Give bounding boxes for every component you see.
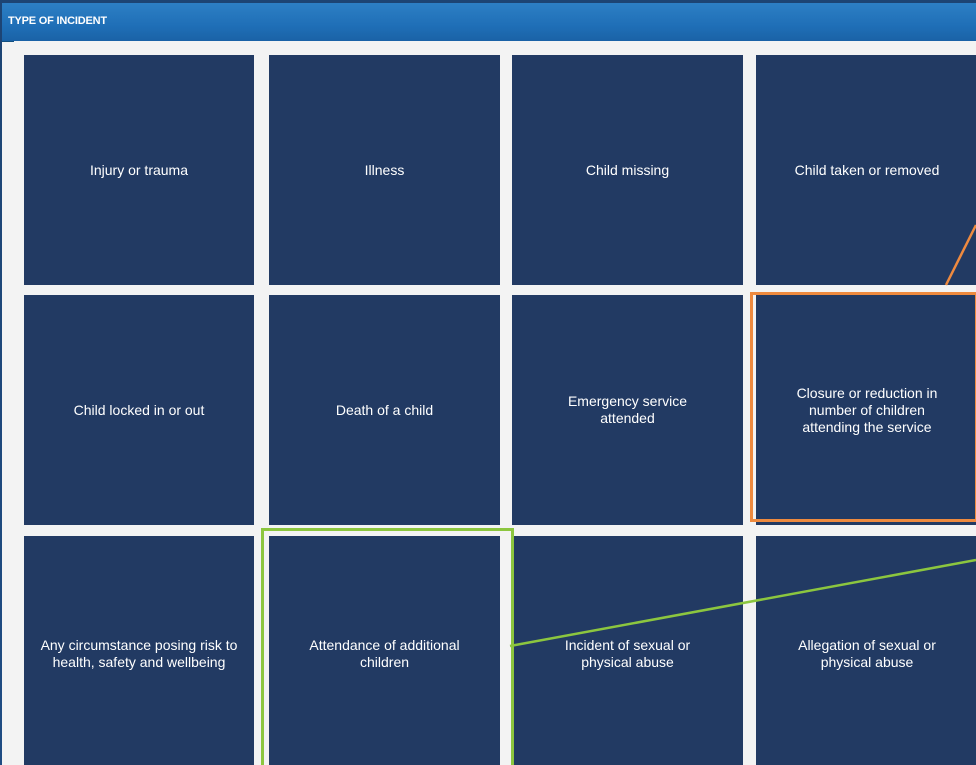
tile-child-missing[interactable]: Child missing — [512, 55, 743, 285]
tile-label: Child locked in or out — [73, 401, 205, 418]
tile-label: Illness — [364, 161, 405, 178]
tile-label: Child taken or removed — [794, 161, 940, 178]
tile-allegation-of-sexual-or-physical-abuse[interactable]: Allegation of sexual or physical abuse — [756, 536, 976, 765]
tile-label: Injury or trauma — [89, 161, 189, 178]
tile-incident-of-sexual-or-physical-abuse[interactable]: Incident of sexual or physical abuse — [512, 536, 743, 765]
tile-label: Closure or reduction in number of childr… — [796, 384, 938, 435]
tile-label: Death of a child — [335, 401, 434, 418]
tile-death-of-a-child[interactable]: Death of a child — [269, 295, 500, 525]
tile-label: Child missing — [585, 161, 670, 178]
tile-child-taken-or-removed[interactable]: Child taken or removed — [756, 55, 976, 285]
incident-type-panel: TYPE OF INCIDENT Injury or trauma Illnes… — [2, 3, 976, 765]
tile-emergency-service-attended[interactable]: Emergency service attended — [512, 295, 743, 525]
tile-label: Emergency service attended — [567, 393, 688, 426]
panel-title: TYPE OF INCIDENT — [8, 15, 107, 27]
tile-illness[interactable]: Illness — [269, 55, 500, 285]
tile-attendance-of-additional-children[interactable]: Attendance of additional children — [269, 536, 500, 765]
tile-closure-or-reduction[interactable]: Closure or reduction in number of childr… — [756, 295, 976, 525]
panel-header: TYPE OF INCIDENT — [2, 3, 976, 42]
tile-label: Attendance of additional children — [309, 636, 460, 670]
tile-any-circumstance-posing-risk[interactable]: Any circumstance posing risk to health, … — [24, 536, 254, 765]
tile-injury-or-trauma[interactable]: Injury or trauma — [24, 55, 254, 285]
tile-label: Incident of sexual or physical abuse — [564, 636, 691, 670]
incident-type-grid: Injury or trauma Illness Child missing C… — [14, 41, 976, 765]
tile-label: Any circumstance posing risk to health, … — [40, 636, 238, 670]
tile-child-locked-in-or-out[interactable]: Child locked in or out — [24, 295, 254, 525]
tile-label: Allegation of sexual or physical abuse — [798, 636, 936, 670]
app-background: TYPE OF INCIDENT Injury or trauma Illnes… — [0, 0, 976, 765]
